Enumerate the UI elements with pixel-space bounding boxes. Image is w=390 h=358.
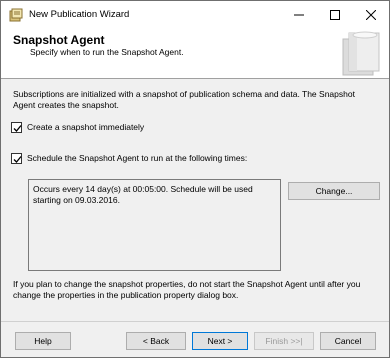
create-snapshot-checkbox[interactable]: [11, 122, 22, 133]
create-snapshot-option[interactable]: Create a snapshot immediately: [11, 122, 211, 135]
next-button[interactable]: Next >: [192, 332, 248, 350]
minimize-button[interactable]: [281, 1, 317, 29]
page-title: Snapshot Agent: [13, 33, 105, 47]
schedule-description-box: Occurs every 14 day(s) at 00:05:00. Sche…: [28, 179, 281, 271]
finish-button: Finish >>|: [254, 332, 314, 350]
create-snapshot-label: Create a snapshot immediately: [27, 122, 145, 132]
cancel-button[interactable]: Cancel: [320, 332, 376, 350]
note-text: If you plan to change the snapshot prope…: [13, 279, 361, 300]
maximize-button[interactable]: [317, 1, 353, 29]
page-subtitle: Specify when to run the Snapshot Agent.: [30, 47, 184, 57]
schedule-agent-option[interactable]: Schedule the Snapshot Agent to run at th…: [11, 153, 251, 166]
description-text: Subscriptions are initialized with a sna…: [13, 89, 355, 110]
schedule-agent-checkbox[interactable]: [11, 153, 22, 164]
help-button[interactable]: Help: [15, 332, 71, 350]
title-bar: New Publication Wizard: [1, 1, 389, 29]
close-icon: [366, 10, 376, 20]
back-button[interactable]: < Back: [126, 332, 186, 350]
window-title: New Publication Wizard: [29, 9, 130, 20]
close-button[interactable]: [353, 1, 389, 29]
schedule-agent-label: Schedule the Snapshot Agent to run at th…: [27, 153, 248, 163]
change-schedule-button[interactable]: Change...: [288, 182, 380, 200]
wizard-app-icon: [9, 8, 23, 22]
wizard-header: Snapshot Agent Specify when to run the S…: [1, 29, 389, 79]
maximize-icon: [330, 10, 340, 20]
checkmark-icon: [13, 156, 22, 163]
minimize-icon: [294, 14, 304, 16]
checkmark-icon: [13, 125, 22, 132]
wizard-window: New Publication Wizard Snapshot Agent Sp…: [0, 0, 390, 358]
wizard-banner-icon: [342, 31, 380, 76]
